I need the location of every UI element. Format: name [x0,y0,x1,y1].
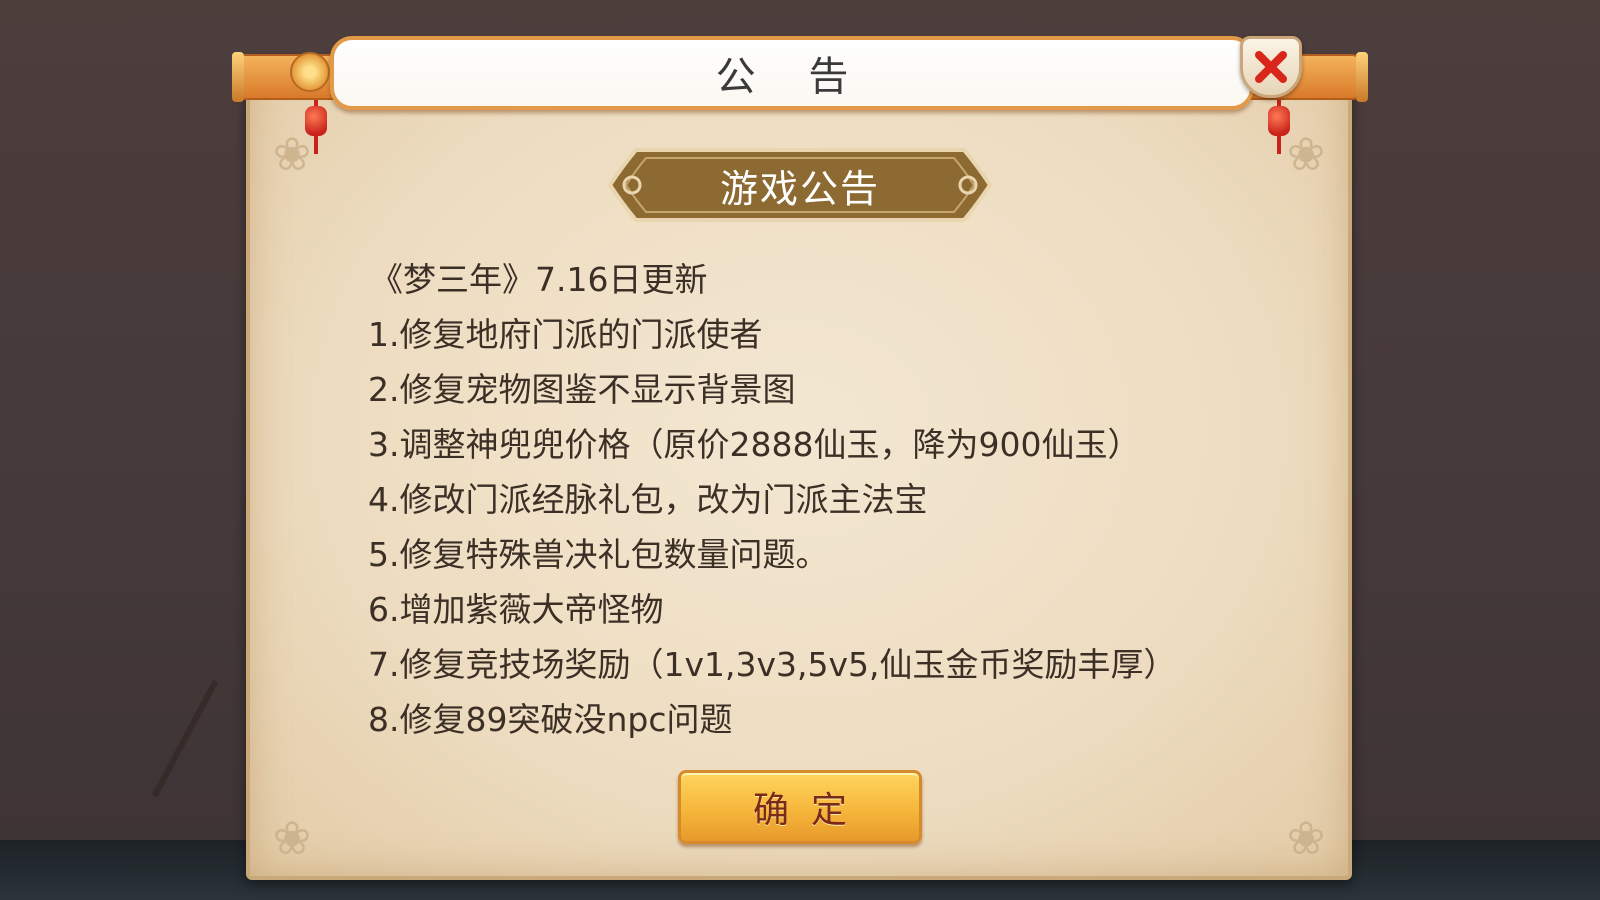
announcement-item: 4.修改门派经脉礼包，改为门派主法宝 [368,480,928,519]
corner-ornament-icon: ❀ [1286,811,1326,865]
close-x-icon [1255,51,1287,83]
dialog-heading: 游戏公告 [719,166,880,211]
scroll-rod-cap [1356,52,1368,102]
dialog-title: 公 告 [715,54,869,100]
corner-ornament-icon: ❀ [272,811,312,865]
announcement-item: 5.修复特殊兽决礼包数量问题。 [368,535,829,574]
close-button[interactable] [1240,36,1302,98]
announcement-item: 8.修复89突破没npc问题 [368,700,733,739]
heading-plaque: 游戏公告 [606,146,994,224]
announcement-headline: 《梦三年》7.16日更新 [370,260,708,299]
cloud-ornament-icon [290,52,330,92]
announcement-item: 2.修复宠物图鉴不显示背景图 [368,370,796,409]
announcement-item: 1.修复地府门派的门派使者 [368,315,763,354]
announcement-content: 《梦三年》7.16日更新 1.修复地府门派的门派使者 2.修复宠物图鉴不显示背景… [368,252,1268,747]
confirm-button-label: 确定 [752,790,869,831]
dialog-title-bar: 公 告 [330,36,1254,110]
lantern-icon [305,100,327,154]
scroll-rod-cap [232,52,244,102]
confirm-button[interactable]: 确定 [678,770,922,844]
announcement-item: 7.修复竞技场奖励（1v1,3v3,5v5,仙玉金币奖励丰厚） [368,645,1177,684]
announcement-item: 3.调整神兜兜价格（原价2888仙玉，降为900仙玉） [368,425,1141,464]
announcement-item: 6.增加紫薇大帝怪物 [368,590,664,629]
lantern-icon [1268,100,1290,154]
